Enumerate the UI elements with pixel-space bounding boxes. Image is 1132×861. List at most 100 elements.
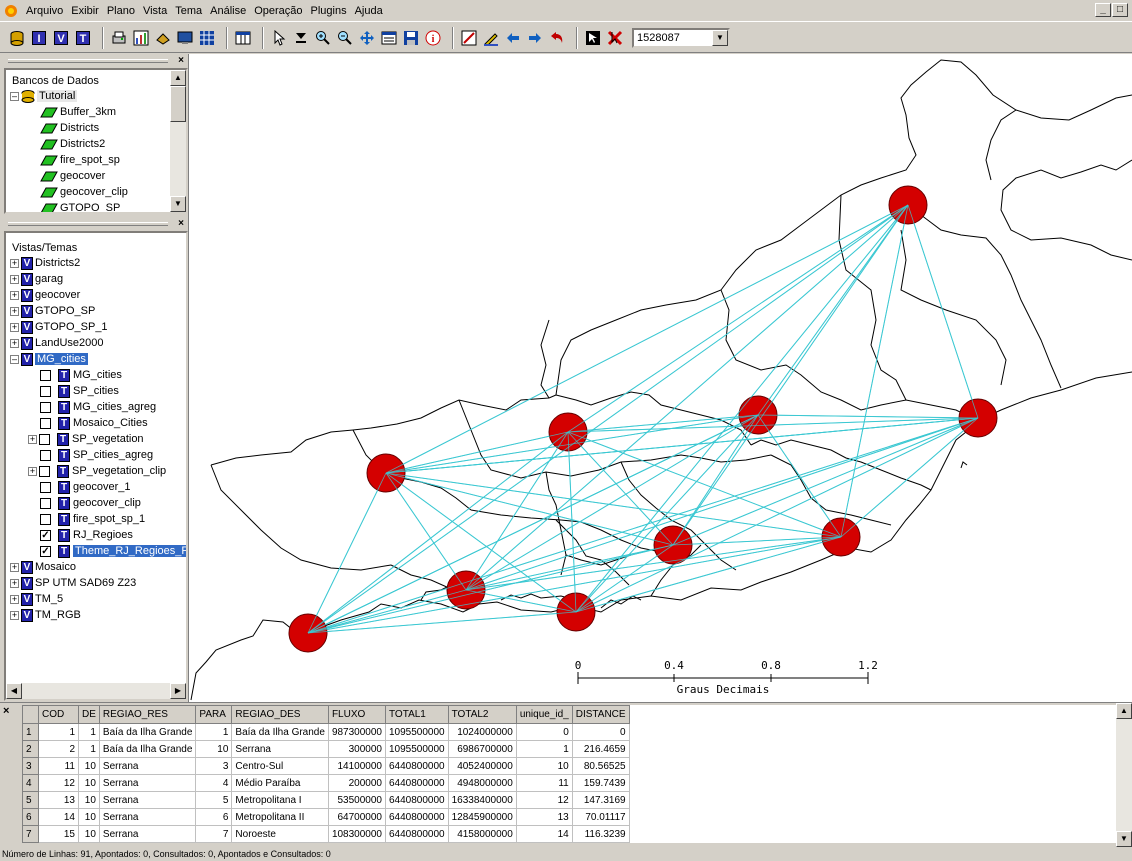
table-cell[interactable]: 10 bbox=[78, 774, 100, 792]
save-icon[interactable] bbox=[402, 29, 420, 47]
theme-item[interactable]: ✓ T Theme_RJ_Regioes_Fl bbox=[40, 543, 186, 559]
chevron-down-icon[interactable]: ▼ bbox=[712, 29, 728, 46]
column-header[interactable]: DE bbox=[78, 705, 100, 724]
view-item[interactable]: + V GTOPO_SP bbox=[10, 303, 95, 319]
theme-item[interactable]: + T SP_vegetation bbox=[28, 431, 144, 447]
visibility-checkbox[interactable] bbox=[39, 465, 50, 477]
tree-item-layer[interactable]: Districts2 bbox=[40, 136, 105, 152]
view-item[interactable]: + V SP UTM SAD69 Z23 bbox=[10, 575, 136, 591]
table-cell[interactable]: 70.01117 bbox=[571, 808, 630, 826]
menu-operacao[interactable]: Operação bbox=[250, 1, 306, 21]
display-icon[interactable] bbox=[176, 29, 194, 47]
table-cell[interactable]: 0 bbox=[515, 723, 573, 741]
table-cell[interactable]: 300000 bbox=[327, 740, 387, 758]
table-cell[interactable]: 13 bbox=[38, 791, 79, 809]
tree-item-tutorial[interactable]: – Tutorial bbox=[10, 88, 78, 104]
select-box-icon[interactable] bbox=[584, 29, 602, 47]
theme-item[interactable]: ✓ T RJ_Regioes bbox=[40, 527, 133, 543]
table-icon[interactable] bbox=[234, 29, 252, 47]
theme-item[interactable]: T MG_cities_agreg bbox=[40, 399, 156, 415]
table-cell[interactable]: Noroeste bbox=[231, 825, 329, 843]
menu-plano[interactable]: Plano bbox=[103, 1, 139, 21]
menu-ajuda[interactable]: Ajuda bbox=[351, 1, 387, 21]
scroll-thumb[interactable] bbox=[170, 86, 186, 122]
visibility-checkbox[interactable] bbox=[40, 369, 51, 381]
map-svg[interactable]: 0 0.4 0.8 1.2 Graus Decimais bbox=[189, 54, 1132, 702]
tree-item-layer[interactable]: geocover_clip bbox=[40, 184, 128, 200]
arrow-left-icon[interactable] bbox=[504, 29, 522, 47]
column-header[interactable]: REGIAO_RES bbox=[98, 705, 197, 724]
table-cell[interactable]: 14 bbox=[38, 808, 79, 826]
table-row[interactable]: 7 15 10 Serrana 7 Noroeste 108300000 6440800000… bbox=[22, 825, 1120, 843]
table-cell[interactable]: Centro-Sul bbox=[231, 757, 329, 775]
vistas-hscrollbar[interactable]: ◀ ▶ bbox=[6, 683, 186, 699]
visibility-checkbox[interactable]: ✓ bbox=[40, 529, 51, 541]
table-cell[interactable]: Baía da Ilha Grande bbox=[231, 723, 329, 741]
table-row[interactable]: 4 12 10 Serrana 4 Médio Paraíba 200000 64408000… bbox=[22, 774, 1120, 792]
table-cell[interactable]: 1 bbox=[78, 740, 100, 758]
table-cell[interactable]: 12 bbox=[38, 774, 79, 792]
table-cell[interactable]: 11 bbox=[515, 774, 573, 792]
table-cell[interactable]: 14 bbox=[515, 825, 573, 843]
scale-select[interactable]: 1528087 ▼ bbox=[632, 27, 730, 48]
view-item[interactable]: + V Mosaico bbox=[10, 559, 76, 575]
table-cell[interactable]: 1095500000 bbox=[385, 723, 449, 741]
scroll-down-icon[interactable]: ▼ bbox=[170, 196, 186, 212]
table-cell[interactable]: Serrana bbox=[98, 774, 197, 792]
table-cell[interactable]: 216.4659 bbox=[571, 740, 630, 758]
table-cell[interactable]: 2 bbox=[38, 740, 79, 758]
tree-item-layer[interactable]: Buffer_3km bbox=[40, 104, 116, 120]
column-header[interactable]: PARA bbox=[195, 705, 233, 724]
attribute-table[interactable]: COD DE REGIAO_RES PARA REGIAO_DES FLUXO TOTAL1… bbox=[22, 705, 1120, 843]
table-cell[interactable]: 53500000 bbox=[327, 791, 387, 809]
table-cell[interactable]: 15 bbox=[38, 825, 79, 843]
table-cell[interactable]: 7 bbox=[195, 825, 233, 843]
table-cell[interactable]: 4158000000 bbox=[447, 825, 517, 843]
draw-line-icon[interactable] bbox=[460, 29, 478, 47]
table-cell[interactable]: 6440800000 bbox=[385, 808, 449, 826]
close-icon[interactable]: × bbox=[3, 705, 9, 717]
table-cell[interactable]: 12845900000 bbox=[447, 808, 517, 826]
table-row[interactable]: 3 11 10 Serrana 3 Centro-Sul 14100000 644080000… bbox=[22, 757, 1120, 775]
table-row[interactable]: 1 1 1 Baía da Ilha Grande 1 Baía da Ilha Gran… bbox=[22, 723, 1120, 741]
table-cell[interactable]: 6440800000 bbox=[385, 757, 449, 775]
table-cell[interactable]: 10 bbox=[78, 791, 100, 809]
table-cell[interactable]: Serrana bbox=[98, 808, 197, 826]
table-cell[interactable]: Serrana bbox=[98, 825, 197, 843]
visibility-checkbox[interactable] bbox=[39, 433, 50, 445]
view-item[interactable]: – V MG_cities bbox=[10, 351, 88, 367]
visibility-checkbox[interactable] bbox=[40, 401, 51, 413]
visibility-checkbox[interactable] bbox=[40, 497, 51, 509]
table-cell[interactable]: 10 bbox=[78, 757, 100, 775]
table-cell[interactable]: 4052400000 bbox=[447, 757, 517, 775]
visibility-checkbox[interactable]: ✓ bbox=[40, 545, 51, 557]
menu-arquivo[interactable]: Arquivo bbox=[22, 1, 67, 21]
table-cell[interactable]: Metropolitana II bbox=[231, 808, 329, 826]
table-cell[interactable]: 1 bbox=[78, 723, 100, 741]
scroll-up-icon[interactable]: ▲ bbox=[1116, 703, 1132, 719]
undo-icon[interactable] bbox=[548, 29, 566, 47]
expand-icon[interactable]: + bbox=[10, 274, 19, 284]
bancos-scrollbar[interactable]: ▲ ▼ bbox=[170, 70, 186, 212]
view-item[interactable]: + Vgarag bbox=[10, 271, 63, 287]
table-cell[interactable]: 6 bbox=[195, 808, 233, 826]
info-layer-icon[interactable]: I bbox=[30, 29, 48, 47]
view-item[interactable]: + V TM_5 bbox=[10, 591, 63, 607]
column-header[interactable]: TOTAL1 bbox=[385, 705, 449, 724]
table-row[interactable]: 6 14 10 Serrana 6 Metropolitana II 64700000 644… bbox=[22, 808, 1120, 826]
table-cell[interactable]: 10 bbox=[515, 757, 573, 775]
expand-icon[interactable]: + bbox=[10, 306, 19, 316]
menu-plugins[interactable]: Plugins bbox=[307, 1, 351, 21]
table-cell[interactable]: 6986700000 bbox=[447, 740, 517, 758]
table-cell[interactable]: Médio Paraíba bbox=[231, 774, 329, 792]
table-cell[interactable]: 116.3239 bbox=[571, 825, 630, 843]
expand-icon[interactable]: + bbox=[10, 562, 19, 572]
print-icon[interactable] bbox=[110, 29, 128, 47]
table-cell[interactable]: 159.7439 bbox=[571, 774, 630, 792]
expand-icon[interactable]: + bbox=[10, 578, 19, 588]
table-cell[interactable]: 1024000000 bbox=[447, 723, 517, 741]
table-cell[interactable]: 4 bbox=[195, 774, 233, 792]
expand-icon[interactable]: + bbox=[28, 466, 37, 476]
tree-item-layer[interactable]: GTOPO_SP bbox=[40, 200, 120, 212]
table-cell[interactable]: 1 bbox=[38, 723, 79, 741]
